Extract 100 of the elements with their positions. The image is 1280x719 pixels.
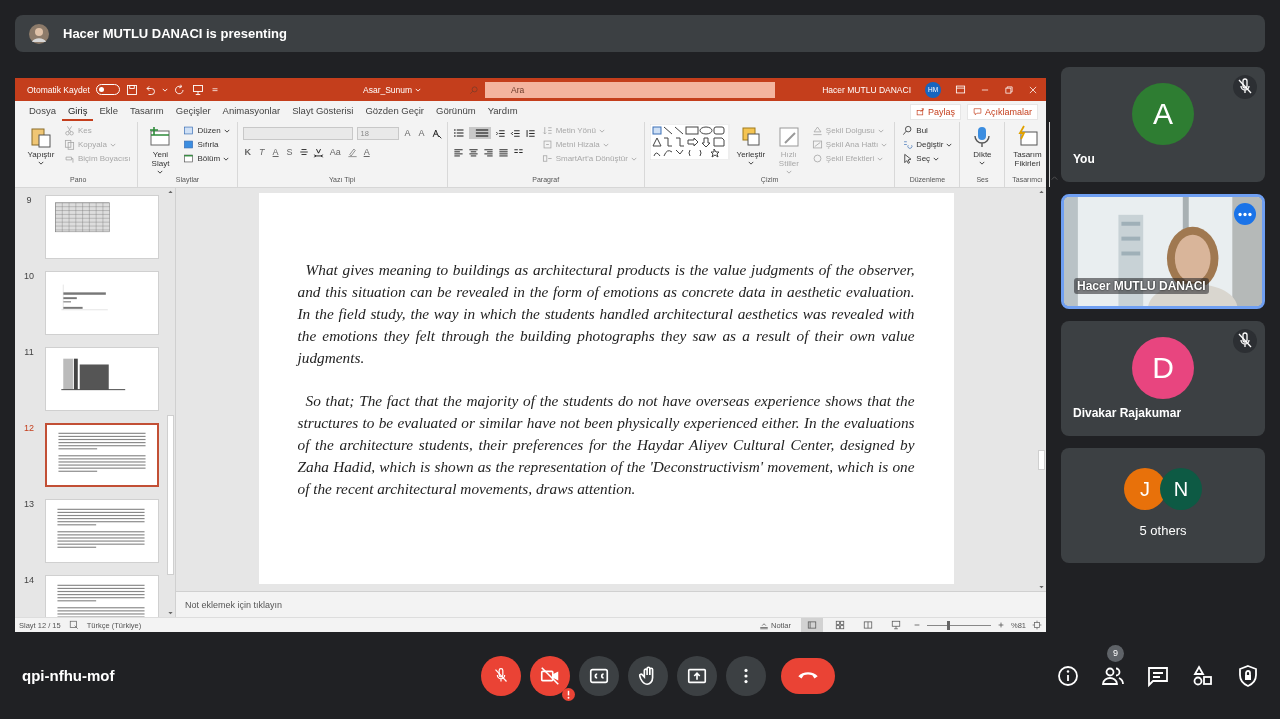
zoom-in-icon bbox=[997, 620, 1005, 630]
scrollbar[interactable] bbox=[1036, 188, 1046, 591]
scrollbar[interactable] bbox=[165, 188, 175, 617]
ribbon-tab[interactable]: Dosya bbox=[23, 102, 62, 121]
autosave-label: Otomatik Kaydet bbox=[27, 84, 90, 95]
call-control-button[interactable] bbox=[677, 655, 717, 696]
share-button[interactable]: Paylaş bbox=[909, 103, 961, 120]
layout-icon bbox=[183, 125, 195, 136]
font-name-field[interactable] bbox=[242, 126, 353, 140]
numbering-icon bbox=[468, 127, 491, 139]
align-text-icon bbox=[541, 139, 553, 150]
collapse-ribbon-icon bbox=[1050, 174, 1060, 183]
text-direction-icon bbox=[541, 125, 553, 136]
caret-icon bbox=[157, 169, 164, 175]
call-control-button[interactable] bbox=[781, 657, 835, 694]
format-button[interactable]: S bbox=[284, 147, 295, 157]
caret-icon bbox=[223, 155, 230, 162]
shield-icon bbox=[1236, 663, 1260, 688]
scroll-up-icon bbox=[166, 188, 174, 195]
ribbon-tab[interactable]: Slayt Gösterisi bbox=[286, 102, 360, 121]
format-button[interactable]: T bbox=[257, 147, 267, 157]
fit-slide-icon bbox=[1032, 620, 1042, 630]
ribbon-tab[interactable]: Tasarım bbox=[123, 102, 170, 121]
caret-icon bbox=[223, 127, 230, 134]
ribbon-button[interactable]: Bul bbox=[900, 124, 955, 137]
user-name: Hacer MUTLU DANACI bbox=[822, 84, 911, 95]
ribbon-button[interactable]: Yapıştır bbox=[24, 124, 58, 167]
close-icon bbox=[1028, 84, 1038, 95]
grow-font-button[interactable]: A bbox=[402, 128, 413, 138]
avatar bbox=[29, 23, 49, 44]
slide-paragraph: What gives meaning to buildings as architectural products is the value judgments of the observer, and this situation can be revealed in the form of emotions as concrete data in aesthetic evaluation. In the field study, the way in which the students handled architectural aesthetics was revealed with the emotions they felt through the building photographs they saw as a result of their own value judgments. bbox=[297, 260, 915, 368]
change-case-button[interactable]: Aa bbox=[327, 147, 343, 157]
ribbon-tab[interactable]: Yardım bbox=[481, 102, 524, 121]
caret-icon bbox=[415, 86, 422, 93]
call-control-button[interactable] bbox=[579, 655, 619, 696]
align-right-icon bbox=[482, 146, 494, 158]
search-icon bbox=[469, 84, 479, 95]
slide-number: 12 bbox=[23, 423, 35, 435]
indent-icon bbox=[494, 127, 506, 139]
ribbon-button[interactable]: Seç bbox=[900, 152, 955, 165]
scroll-thumb[interactable] bbox=[1037, 450, 1045, 470]
ribbon-tab[interactable]: Animasyonlar bbox=[216, 102, 287, 121]
call-control-button[interactable] bbox=[530, 655, 570, 696]
scissors-icon bbox=[64, 125, 75, 136]
bullets-icon bbox=[452, 127, 465, 139]
comment-icon bbox=[973, 107, 982, 116]
ribbon-button[interactable]: Düzen bbox=[181, 124, 232, 137]
slide-number: 11 bbox=[23, 347, 35, 359]
caret-icon bbox=[630, 155, 637, 162]
slider-thumb[interactable] bbox=[947, 620, 951, 630]
notes-field[interactable]: Not eklemek için tıklayın bbox=[176, 591, 1046, 617]
font-color-button[interactable]: A bbox=[361, 147, 372, 157]
comments-button[interactable]: Açıklamalar bbox=[967, 103, 1038, 120]
accessibility-icon bbox=[68, 620, 79, 630]
notes-icon bbox=[758, 620, 769, 630]
ribbon-button[interactable]: Tasarım Fikirleri bbox=[1010, 124, 1045, 169]
scroll-thumb[interactable] bbox=[166, 415, 174, 575]
justify-icon bbox=[497, 146, 509, 158]
line-spacing-icon bbox=[524, 127, 536, 139]
avatar: A bbox=[1132, 83, 1194, 145]
effects-icon bbox=[811, 153, 823, 164]
caret-icon bbox=[109, 141, 116, 148]
format-button[interactable]: K bbox=[242, 147, 254, 157]
meeting-code: qpi-nfhu-mof bbox=[22, 667, 116, 684]
ribbon-button[interactable]: Değiştir bbox=[900, 138, 955, 151]
slide-number: 10 bbox=[23, 271, 35, 283]
file-name: Asar_Sunum bbox=[363, 84, 413, 95]
ribbon-button[interactable]: Sıfırla bbox=[181, 138, 232, 151]
avatar: D bbox=[1132, 337, 1194, 399]
view-button[interactable] bbox=[801, 618, 823, 632]
slide-number: 9 bbox=[25, 195, 33, 207]
more-icon bbox=[1238, 211, 1252, 217]
shrink-font-button[interactable]: A bbox=[416, 128, 427, 138]
count-badge: 9 bbox=[1107, 644, 1124, 662]
format-button[interactable]: A bbox=[270, 147, 281, 157]
slide-paragraph: So that; The fact that the majority of the students do not have overseas experience shows that the structures to be evaluated or similar have not been physically experienced either. In the evaluations of the architecture students, their preferences for the Haydar Aliyev Cultural Center, designed by Zaha Hadid, which is shown as the representation of the 'Deconstructivism' movement, which is one of the recent architectural movements, draws attention. bbox=[297, 391, 915, 499]
presenter-text: Hacer MUTLU DANACI is presenting bbox=[63, 26, 287, 41]
ribbon-tab[interactable]: Gözden Geçir bbox=[359, 102, 431, 121]
share-icon bbox=[915, 107, 925, 116]
redo-icon bbox=[173, 83, 186, 96]
slide-thumbnail[interactable] bbox=[45, 423, 159, 487]
ribbon-tab[interactable]: Ekle bbox=[93, 102, 124, 121]
section-icon bbox=[183, 153, 195, 164]
caret-icon bbox=[785, 169, 792, 175]
ribbon-button[interactable]: Yerleştir bbox=[733, 124, 768, 167]
call-control-button[interactable] bbox=[481, 655, 521, 696]
ribbon-tab[interactable]: Görünüm bbox=[430, 102, 482, 121]
ribbon-button[interactable]: Dikte bbox=[965, 124, 1000, 167]
search-field[interactable]: Ara bbox=[485, 81, 775, 98]
ribbon-display-icon bbox=[955, 84, 966, 95]
participant-name: Hacer MUTLU DANACI bbox=[1074, 278, 1209, 294]
call-control-button[interactable] bbox=[628, 655, 668, 696]
brush-icon bbox=[64, 153, 75, 164]
outdent-icon bbox=[509, 127, 521, 139]
search-icon bbox=[902, 125, 914, 136]
ribbon-button[interactable]: Bölüm bbox=[181, 152, 232, 165]
highlighter-icon bbox=[346, 146, 358, 158]
ribbon-button[interactable]: Yeni Slayt bbox=[143, 124, 178, 176]
ribbon-tab[interactable]: Geçişler bbox=[169, 102, 217, 121]
hang-up-icon bbox=[798, 672, 818, 679]
